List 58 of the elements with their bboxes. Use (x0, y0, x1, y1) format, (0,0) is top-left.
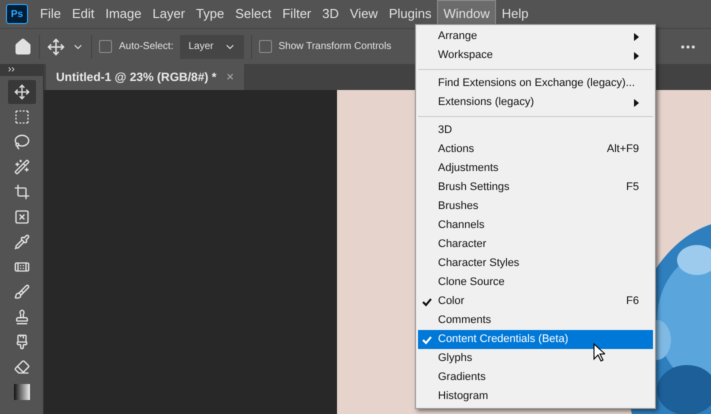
menu-item[interactable]: Adjustments (418, 159, 653, 178)
checkmark-icon (422, 334, 432, 344)
menu-item[interactable]: Find Extensions on Exchange (legacy)... (418, 74, 653, 93)
menu-item[interactable]: Brush Settings F5 (418, 178, 653, 197)
checkbox[interactable] (258, 40, 272, 53)
menu-bar-item[interactable]: Edit (66, 1, 100, 27)
menu-bar-item[interactable]: Layer (148, 1, 190, 27)
menu-item[interactable]: Clone Source (418, 273, 653, 292)
menu-bar-item[interactable]: Type (191, 1, 230, 27)
menu-item[interactable]: Arrange (418, 27, 653, 46)
menu-item[interactable]: Brushes (418, 197, 653, 216)
lasso-icon (14, 134, 30, 150)
menu-item[interactable]: 3D (418, 121, 653, 140)
panel-toggle[interactable]: ›› (0, 64, 44, 76)
menu-item[interactable]: Gradients (418, 368, 653, 387)
menu-bar-item[interactable]: File (35, 1, 66, 27)
menu-bar-item[interactable]: Plugins (384, 1, 436, 27)
gradient-icon (14, 384, 30, 400)
menu-item[interactable]: Character (418, 235, 653, 254)
auto-select-label: Auto-Select: (119, 40, 174, 54)
menu-item[interactable]: Workspace (418, 46, 653, 65)
stamp-icon (14, 309, 30, 325)
move-icon (14, 84, 30, 100)
show-transform-label: Show Transform Controls (278, 40, 392, 54)
app-logo[interactable]: Ps (6, 4, 28, 24)
menu-item[interactable]: Histogram (418, 387, 653, 406)
menu-item[interactable]: Extensions (legacy) (418, 93, 653, 112)
eyedropper-icon (14, 234, 30, 250)
eraser-icon (14, 359, 30, 375)
menu-item[interactable]: Actions Alt+F9 (418, 140, 653, 159)
menu-bar-item[interactable]: View (344, 1, 383, 27)
checkbox[interactable] (99, 40, 112, 53)
menu-item[interactable]: Channels (418, 216, 653, 235)
menu-bar-item[interactable]: Image (100, 1, 146, 27)
tool-button[interactable] (8, 80, 36, 104)
home-icon[interactable] (14, 38, 32, 56)
menu-item[interactable]: Content Credentials (Beta) (418, 330, 653, 349)
magic-wand-icon (14, 159, 30, 175)
submenu-arrow-icon (634, 52, 639, 60)
menu-bar-item[interactable]: Filter (277, 1, 316, 27)
menu-bar-item[interactable]: Help (496, 1, 534, 27)
menu-item[interactable]: Character Styles (418, 254, 653, 273)
submenu-arrow-icon (634, 98, 639, 106)
frame-icon (14, 209, 30, 225)
document-tab[interactable]: Untitled-1 @ 23% (RGB/8#) * × (46, 64, 244, 90)
menu-bar-item[interactable]: Select (230, 1, 276, 27)
brush-icon (14, 284, 30, 300)
cursor-icon (593, 343, 605, 362)
marquee-icon (14, 109, 30, 125)
submenu-arrow-icon (634, 32, 639, 40)
menu-item[interactable]: Glyphs (418, 349, 653, 368)
menu-bar-item[interactable]: 3D (317, 1, 344, 27)
menu-item[interactable]: Color F6 (418, 292, 653, 311)
menu-item[interactable]: Comments (418, 311, 653, 330)
checkmark-icon (422, 296, 432, 306)
move-icon[interactable] (47, 38, 65, 56)
layer-dropdown[interactable]: Layer (180, 34, 244, 58)
crop-icon (14, 184, 30, 200)
